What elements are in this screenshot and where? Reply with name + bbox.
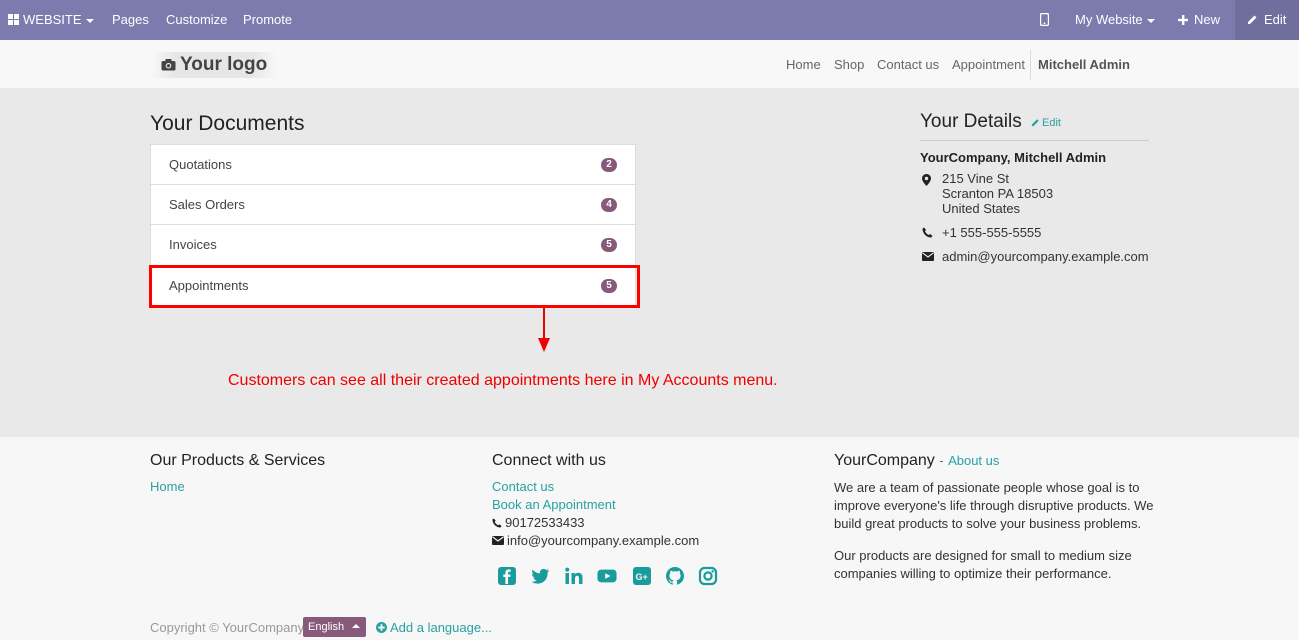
annotation-highlight-box <box>149 265 640 308</box>
nav-home[interactable]: Home <box>786 57 821 72</box>
language-label: English <box>308 621 345 633</box>
footer-book-appointment-link[interactable]: Book an Appointment <box>492 497 616 512</box>
website-menu[interactable]: WEBSITE <box>8 0 94 40</box>
doc-row-invoices[interactable]: Invoices 5 <box>150 225 636 266</box>
youtube-icon[interactable] <box>597 566 617 586</box>
annotation-arrow-head <box>538 338 550 352</box>
mobile-preview-button[interactable] <box>1039 0 1050 40</box>
pencil-icon <box>1031 119 1039 127</box>
count-badge: 5 <box>601 238 617 252</box>
footer-company-title: YourCompany - About us <box>834 452 999 470</box>
mobile-icon <box>1039 12 1050 27</box>
annotation-arrow-line <box>543 308 545 342</box>
new-label: New <box>1194 12 1221 27</box>
user-menu[interactable]: Mitchell Admin <box>1038 57 1137 72</box>
doc-row-label: Invoices <box>169 237 217 252</box>
details-phone: +1 555-555-5555 <box>942 225 1042 240</box>
footer-home-link[interactable]: Home <box>150 479 185 494</box>
doc-row-quotations[interactable]: Quotations 2 <box>150 144 636 185</box>
add-language-label: Add a language... <box>390 620 492 635</box>
edit-button[interactable]: Edit <box>1235 0 1299 40</box>
nav-appointment[interactable]: Appointment <box>952 57 1025 72</box>
doc-row-label: Quotations <box>169 157 232 172</box>
copyright-text: Copyright © YourCompany <box>150 620 305 635</box>
plus-circle-icon <box>376 622 387 633</box>
my-website-label: My Website <box>1075 12 1143 27</box>
svg-text:G+: G+ <box>636 572 648 582</box>
envelope-icon <box>922 252 934 261</box>
caret-down-icon <box>1146 18 1155 23</box>
pages-menu[interactable]: Pages <box>112 0 149 40</box>
twitter-icon[interactable] <box>530 566 550 586</box>
details-edit-label: Edit <box>1042 117 1061 129</box>
logo-text: Your logo <box>180 54 268 75</box>
new-button[interactable]: New <box>1178 0 1220 40</box>
website-menu-label: WEBSITE <box>23 12 82 27</box>
footer-about-link[interactable]: About us <box>948 453 999 468</box>
instagram-icon[interactable] <box>698 566 718 586</box>
edit-label: Edit <box>1264 12 1287 27</box>
linkedin-icon[interactable] <box>564 566 584 586</box>
user-name: Mitchell Admin <box>1038 57 1130 72</box>
nav-shop[interactable]: Shop <box>834 57 864 72</box>
count-badge: 2 <box>601 158 617 172</box>
details-email: admin@yourcompany.example.com <box>942 249 1149 264</box>
address-line-1: 215 Vine St <box>942 171 1009 186</box>
doc-row-label: Sales Orders <box>169 196 245 212</box>
my-website-menu[interactable]: My Website <box>1075 0 1155 40</box>
footer-email-address: info@yourcompany.example.com <box>507 533 700 548</box>
footer-company-name: YourCompany <box>834 452 935 469</box>
admin-bar: WEBSITE Pages Customize Promote My Websi… <box>0 0 1299 40</box>
facebook-icon[interactable] <box>497 566 517 586</box>
address-line-2: Scranton PA 18503 <box>942 186 1054 201</box>
footer-products-title: Our Products & Services <box>150 452 326 469</box>
phone-icon <box>922 227 933 238</box>
address-line-3: United States <box>942 201 1021 216</box>
envelope-icon <box>492 536 504 545</box>
map-marker-icon <box>922 174 931 186</box>
nav-divider <box>1030 50 1031 80</box>
footer-email: info@yourcompany.example.com <box>492 533 699 548</box>
count-badge: 4 <box>601 197 617 212</box>
doc-row-sales-orders[interactable]: Sales Orders 4 <box>150 184 636 225</box>
details-divider <box>920 140 1149 141</box>
github-icon[interactable] <box>665 566 685 586</box>
footer-about-paragraph-1: We are a team of passionate people whose… <box>834 480 1154 531</box>
documents-title: Your Documents <box>150 112 305 135</box>
plus-icon <box>1178 15 1188 25</box>
google-plus-icon[interactable]: G+ <box>632 566 652 586</box>
language-selector[interactable]: English <box>303 617 367 637</box>
annotation-text: Customers can see all their created appo… <box>228 372 778 389</box>
footer-contact-link[interactable]: Contact us <box>492 479 554 494</box>
footer-phone-number: 90172533433 <box>505 515 585 530</box>
nav-contact-us[interactable]: Contact us <box>877 57 939 72</box>
footer-about-paragraph-2: Our products are designed for small to m… <box>834 548 1132 581</box>
add-language-link[interactable]: Add a language... <box>376 620 492 635</box>
promote-menu[interactable]: Promote <box>243 0 292 40</box>
camera-icon <box>161 59 176 71</box>
customize-menu[interactable]: Customize <box>166 0 227 40</box>
caret-up-icon <box>352 624 361 628</box>
details-title: Your Details <box>920 111 1022 132</box>
site-logo[interactable]: Your logo <box>151 52 278 78</box>
pencil-icon <box>1248 15 1257 24</box>
footer-connect-title: Connect with us <box>492 452 606 469</box>
phone-icon <box>492 518 502 528</box>
details-company: YourCompany, Mitchell Admin <box>920 150 1107 165</box>
footer-phone: 90172533433 <box>492 515 585 530</box>
details-edit-link[interactable]: Edit <box>1031 117 1061 129</box>
footer-title-separator: - <box>939 453 944 468</box>
caret-down-icon <box>85 18 94 23</box>
apps-grid-icon <box>8 14 19 25</box>
